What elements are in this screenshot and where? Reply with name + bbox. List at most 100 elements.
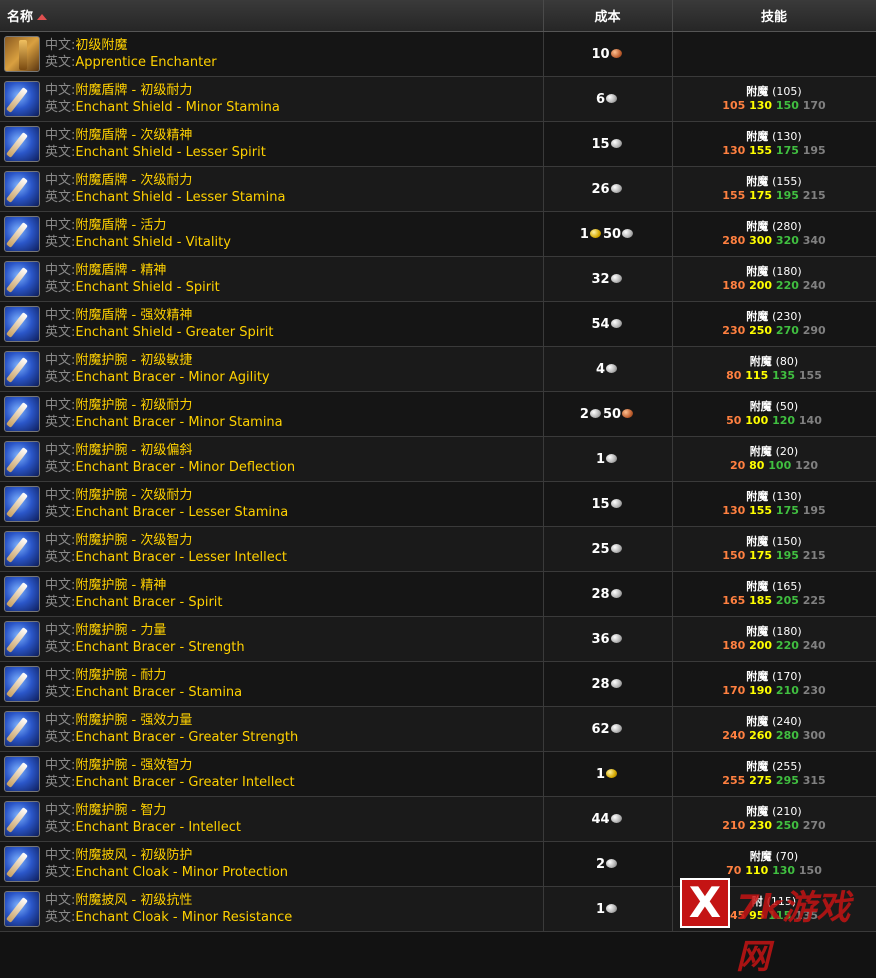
table-row[interactable]: 中文:附魔护腕 - 耐力 英文:Enchant Bracer - Stamina… (0, 661, 876, 707)
skill-cell: 附魔 (180) 180 200 220 240 (672, 616, 876, 662)
recipe-name-en[interactable]: Enchant Shield - Vitality (75, 235, 231, 250)
recipe-name-cn[interactable]: 附魔护腕 - 强效力量 (75, 713, 192, 728)
recipe-name-en[interactable]: Enchant Bracer - Greater Strength (75, 730, 298, 745)
recipe-name-cn[interactable]: 附魔护腕 - 初级耐力 (75, 398, 192, 413)
table-row[interactable]: 中文:附魔护腕 - 强效智力 英文:Enchant Bracer - Great… (0, 751, 876, 797)
enchant-icon[interactable] (4, 621, 40, 657)
enchant-icon[interactable] (4, 216, 40, 252)
skill-yellow: 100 (745, 414, 769, 427)
skill-level: (130) (772, 130, 802, 143)
recipe-name-en[interactable]: Enchant Cloak - Minor Resistance (75, 910, 292, 925)
table-row[interactable]: 中文:附魔护腕 - 初级耐力 英文:Enchant Bracer - Minor… (0, 391, 876, 437)
skill-gray: 195 (802, 504, 826, 517)
recipe-name-cn[interactable]: 附魔披风 - 初级防护 (75, 848, 192, 863)
table-row[interactable]: 中文:附魔披风 - 初级防护 英文:Enchant Cloak - Minor … (0, 841, 876, 887)
skill-orange: 165 (722, 594, 746, 607)
recipe-name-en[interactable]: Enchant Shield - Spirit (75, 280, 219, 295)
enchant-icon[interactable] (4, 711, 40, 747)
recipe-name-en[interactable]: Enchant Bracer - Minor Deflection (75, 460, 295, 475)
sort-asc-icon[interactable] (37, 14, 48, 20)
recipe-name-cn[interactable]: 附魔护腕 - 初级偏斜 (75, 443, 192, 458)
skill-orange: 105 (722, 99, 746, 112)
cost-column-header[interactable]: 成本 (543, 0, 673, 32)
recipe-name-en[interactable]: Enchant Shield - Lesser Spirit (75, 145, 265, 160)
enchant-icon[interactable] (4, 81, 40, 117)
table-row[interactable]: 中文:附魔护腕 - 智力 英文:Enchant Bracer - Intelle… (0, 796, 876, 842)
enchant-icon[interactable] (4, 441, 40, 477)
cost-cell: 1 (543, 436, 673, 482)
recipe-name-cn[interactable]: 附魔护腕 - 次级耐力 (75, 488, 192, 503)
recipe-name-en[interactable]: Enchant Bracer - Lesser Intellect (75, 550, 287, 565)
enchant-icon[interactable] (4, 756, 40, 792)
table-row[interactable]: 中文:附魔盾牌 - 精神 英文:Enchant Shield - Spirit … (0, 256, 876, 302)
table-row[interactable]: 中文:附魔护腕 - 强效力量 英文:Enchant Bracer - Great… (0, 706, 876, 752)
recipe-name-cn[interactable]: 附魔披风 - 初级抗性 (75, 893, 192, 908)
table-row[interactable]: 中文:附魔盾牌 - 次级耐力 英文:Enchant Shield - Lesse… (0, 166, 876, 212)
name-cell: 中文:附魔护腕 - 力量 英文:Enchant Bracer - Strengt… (0, 616, 544, 662)
skill-level: (155) (772, 175, 802, 188)
recipe-name-en[interactable]: Enchant Bracer - Intellect (75, 820, 241, 835)
table-row[interactable]: 中文:附魔护腕 - 精神 英文:Enchant Bracer - Spirit … (0, 571, 876, 617)
skill-name: 附魔 (749, 445, 772, 458)
recipe-name-cn[interactable]: 附魔盾牌 - 活力 (75, 218, 166, 233)
table-row[interactable]: 中文:附魔盾牌 - 强效精神 英文:Enchant Shield - Great… (0, 301, 876, 347)
recipe-name-cn[interactable]: 附魔护腕 - 初级敏捷 (75, 353, 192, 368)
recipe-name-en[interactable]: Enchant Bracer - Strength (75, 640, 244, 655)
recipe-name-cn[interactable]: 初级附魔 (75, 38, 127, 53)
recipe-name-en[interactable]: Enchant Cloak - Minor Protection (75, 865, 288, 880)
table-row[interactable]: 中文:附魔护腕 - 次级智力 英文:Enchant Bracer - Lesse… (0, 526, 876, 572)
book-icon[interactable] (4, 36, 40, 72)
recipe-name-cn[interactable]: 附魔盾牌 - 精神 (75, 263, 166, 278)
recipe-name-cn[interactable]: 附魔盾牌 - 次级精神 (75, 128, 192, 143)
table-row[interactable]: 中文:附魔盾牌 - 活力 英文:Enchant Shield - Vitalit… (0, 211, 876, 257)
recipe-name-cn[interactable]: 附魔盾牌 - 强效精神 (75, 308, 192, 323)
enchant-icon[interactable] (4, 531, 40, 567)
recipe-name-en[interactable]: Enchant Bracer - Spirit (75, 595, 222, 610)
cn-label: 中文: (45, 578, 76, 593)
enchant-icon[interactable] (4, 306, 40, 342)
en-label: 英文: (45, 640, 76, 655)
table-row[interactable]: 中文:附魔护腕 - 力量 英文:Enchant Bracer - Strengt… (0, 616, 876, 662)
table-row[interactable]: 中文:附魔护腕 - 次级耐力 英文:Enchant Bracer - Lesse… (0, 481, 876, 527)
recipe-name-cn[interactable]: 附魔护腕 - 智力 (75, 803, 166, 818)
enchant-icon[interactable] (4, 171, 40, 207)
recipe-name-en[interactable]: Enchant Bracer - Minor Agility (75, 370, 269, 385)
enchant-icon[interactable] (4, 846, 40, 882)
enchant-icon[interactable] (4, 801, 40, 837)
recipe-name-en[interactable]: Enchant Bracer - Greater Intellect (75, 775, 294, 790)
recipe-name-cn[interactable]: 附魔护腕 - 耐力 (75, 668, 166, 683)
recipe-name-cn[interactable]: 附魔盾牌 - 次级耐力 (75, 173, 192, 188)
recipe-name-cn[interactable]: 附魔盾牌 - 初级耐力 (75, 83, 192, 98)
skill-gray: 135 (795, 909, 819, 922)
enchant-icon[interactable] (4, 891, 40, 927)
recipe-name-en[interactable]: Enchant Bracer - Minor Stamina (75, 415, 282, 430)
recipe-name-cn[interactable]: 附魔护腕 - 强效智力 (75, 758, 192, 773)
enchant-icon[interactable] (4, 486, 40, 522)
enchant-icon[interactable] (4, 261, 40, 297)
recipe-name-cn[interactable]: 附魔护腕 - 精神 (75, 578, 166, 593)
recipe-name-cn[interactable]: 附魔护腕 - 力量 (75, 623, 166, 638)
skill-level: (50) (775, 400, 799, 413)
enchant-icon[interactable] (4, 396, 40, 432)
enchant-icon[interactable] (4, 576, 40, 612)
recipe-name-en[interactable]: Enchant Shield - Minor Stamina (75, 100, 280, 115)
table-row[interactable]: 中文:附魔盾牌 - 次级精神 英文:Enchant Shield - Lesse… (0, 121, 876, 167)
enchant-icon[interactable] (4, 126, 40, 162)
enchant-icon[interactable] (4, 666, 40, 702)
skill-column-header[interactable]: 技能 (672, 0, 876, 32)
table-row[interactable]: 中文:附魔护腕 - 初级偏斜 英文:Enchant Bracer - Minor… (0, 436, 876, 482)
recipe-name-en[interactable]: Enchant Shield - Greater Spirit (75, 325, 273, 340)
recipe-name-cn[interactable]: 附魔护腕 - 次级智力 (75, 533, 192, 548)
table-row[interactable]: 中文:附魔护腕 - 初级敏捷 英文:Enchant Bracer - Minor… (0, 346, 876, 392)
enchant-icon[interactable] (4, 351, 40, 387)
table-row[interactable]: 中文:初级附魔 英文:Apprentice Enchanter 10 (0, 31, 876, 77)
recipe-name-en[interactable]: Enchant Bracer - Stamina (75, 685, 242, 700)
name-column-header[interactable]: 名称 (0, 0, 544, 32)
skill-name: 附魔 (746, 490, 769, 503)
cost-cell: 44 (543, 796, 673, 842)
table-row[interactable]: 中文:附魔盾牌 - 初级耐力 英文:Enchant Shield - Minor… (0, 76, 876, 122)
recipe-name-en[interactable]: Enchant Shield - Lesser Stamina (75, 190, 285, 205)
recipe-name-en[interactable]: Enchant Bracer - Lesser Stamina (75, 505, 288, 520)
table-row[interactable]: 中文:附魔披风 - 初级抗性 英文:Enchant Cloak - Minor … (0, 886, 876, 932)
recipe-name-en[interactable]: Apprentice Enchanter (75, 55, 216, 70)
